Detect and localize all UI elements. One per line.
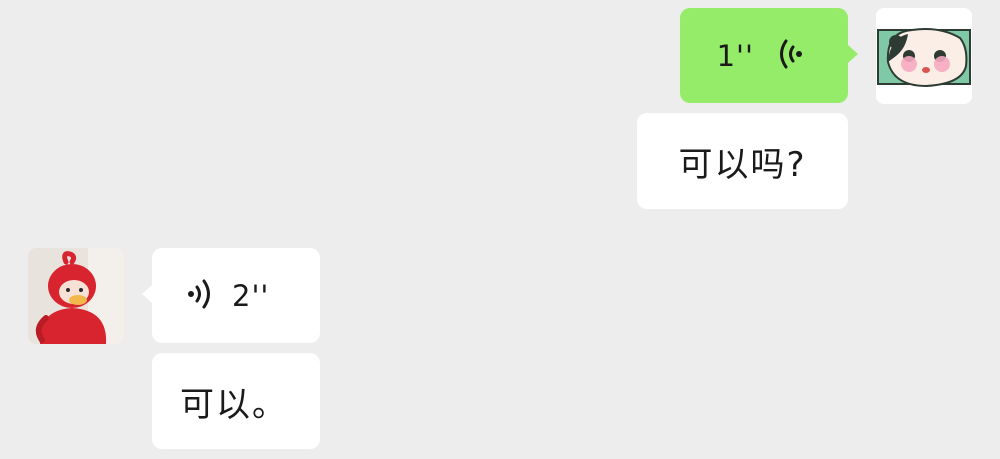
red-duck-plush-avatar-image <box>28 248 124 344</box>
my-avatar[interactable] <box>876 8 972 104</box>
cartoon-girl-avatar-image <box>876 8 972 104</box>
received-text-bubble[interactable]: 可以。 <box>152 353 320 449</box>
other-avatar[interactable] <box>28 248 124 344</box>
bubble-tail <box>142 285 152 303</box>
voice-wave-icon <box>776 38 806 74</box>
voice-duration: 2'' <box>232 278 270 313</box>
voice-duration: 1'' <box>716 38 754 73</box>
sent-voice-bubble[interactable]: 1'' <box>680 8 858 103</box>
bubble-tail <box>848 45 858 63</box>
message-text: 可以吗? <box>678 144 807 185</box>
voice-wave-icon <box>184 278 214 314</box>
sent-text-bubble[interactable]: 可以吗? <box>637 113 848 209</box>
received-voice-bubble[interactable]: 2'' <box>142 248 320 343</box>
message-text: 可以。 <box>180 384 288 425</box>
